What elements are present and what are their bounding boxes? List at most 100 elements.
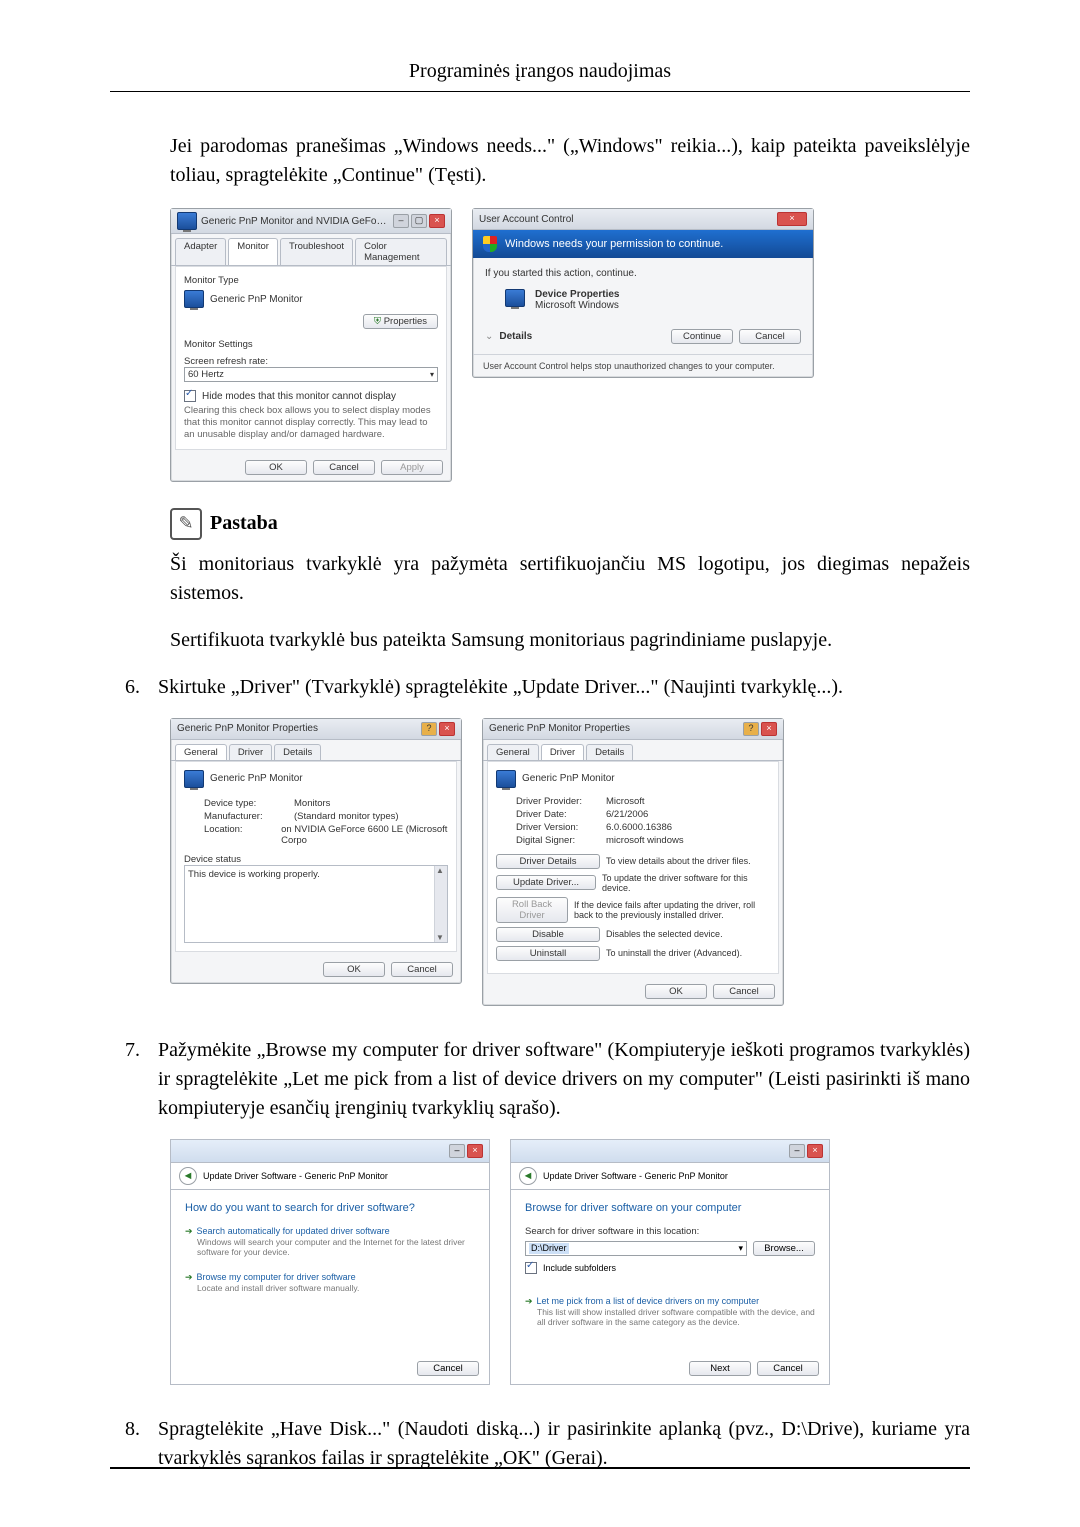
note-label: Pastaba: [210, 512, 278, 535]
ok-button[interactable]: OK: [645, 984, 707, 999]
option-let-me-pick[interactable]: ➔Let me pick from a list of device drive…: [525, 1296, 815, 1328]
monitor-icon: [184, 770, 204, 788]
window-title: Generic PnP Monitor Properties: [489, 723, 739, 734]
uninstall-button[interactable]: Uninstall: [496, 946, 600, 961]
ok-button[interactable]: OK: [323, 962, 385, 977]
monitor-icon: [496, 770, 516, 788]
program-icon: [505, 289, 525, 307]
max-icon[interactable]: ▢: [411, 214, 427, 228]
shield-icon: [483, 236, 497, 252]
uac-program: Device Properties: [535, 289, 620, 300]
include-subfolders-label: Include subfolders: [543, 1263, 616, 1273]
para-1: Jei parodomas pranešimas „Windows needs.…: [170, 132, 970, 190]
tab-details[interactable]: Details: [274, 744, 321, 760]
close-icon[interactable]: ×: [467, 1144, 483, 1158]
step-text: Pažymėkite „Browse my computer for drive…: [158, 1036, 970, 1123]
monitor-settings-label: Monitor Settings: [184, 339, 438, 350]
cancel-button[interactable]: Cancel: [757, 1361, 819, 1376]
hide-modes-label: Hide modes that this monitor cannot disp…: [202, 391, 396, 402]
breadcrumb: Update Driver Software - Generic PnP Mon…: [203, 1171, 388, 1181]
include-subfolders-checkbox[interactable]: [525, 1262, 537, 1274]
chevron-down-icon[interactable]: ⌄: [485, 331, 493, 342]
wizard-headline: How do you want to search for driver sof…: [185, 1202, 475, 1214]
min-icon[interactable]: –: [789, 1144, 805, 1158]
step-number: 7.: [110, 1036, 140, 1123]
page-header: Programinės įrangos naudojimas: [110, 60, 970, 83]
hide-modes-checkbox[interactable]: [184, 390, 196, 402]
note-icon: ✎: [170, 508, 202, 540]
monitor-type-value: Generic PnP Monitor: [210, 294, 303, 305]
cancel-button[interactable]: Cancel: [391, 962, 453, 977]
cancel-button[interactable]: Cancel: [417, 1361, 479, 1376]
para-3: Sertifikuota tvarkyklė bus pateikta Sams…: [170, 626, 970, 655]
close-icon[interactable]: ×: [439, 722, 455, 736]
cancel-button[interactable]: Cancel: [313, 460, 375, 475]
tab-details[interactable]: Details: [586, 744, 633, 760]
cancel-button[interactable]: Cancel: [739, 329, 801, 344]
monitor-icon: [184, 290, 204, 308]
wizard-headline: Browse for driver software on your compu…: [525, 1202, 815, 1214]
close-icon[interactable]: ×: [777, 212, 807, 226]
device-properties-general: Generic PnP Monitor Properties ?× Genera…: [170, 718, 462, 984]
tab-monitor[interactable]: Monitor: [228, 238, 278, 265]
help-icon[interactable]: ?: [421, 722, 437, 736]
search-location-label: Search for driver software in this locat…: [525, 1226, 815, 1237]
option-auto-search[interactable]: ➔Search automatically for updated driver…: [185, 1226, 475, 1258]
update-driver-wizard-1: –× ◄ Update Driver Software - Generic PnP…: [170, 1139, 490, 1385]
next-button[interactable]: Next: [689, 1361, 751, 1376]
uac-footer: User Account Control helps stop unauthor…: [473, 354, 813, 377]
close-icon[interactable]: ×: [429, 214, 445, 228]
min-icon[interactable]: –: [393, 214, 409, 228]
min-icon[interactable]: –: [449, 1144, 465, 1158]
step-text: Skirtuke „Driver" (Tvarkyklė) spragtelėk…: [158, 673, 970, 702]
ok-button[interactable]: OK: [245, 460, 307, 475]
option-browse-computer[interactable]: ➔Browse my computer for driver software …: [185, 1272, 475, 1294]
continue-button[interactable]: Continue: [671, 329, 733, 344]
divider-bottom: [110, 1467, 970, 1469]
device-name: Generic PnP Monitor: [522, 773, 615, 784]
update-driver-button[interactable]: Update Driver...: [496, 875, 596, 890]
update-driver-wizard-2: –× ◄Update Driver Software - Generic PnP…: [510, 1139, 830, 1385]
scrollbar[interactable]: [434, 866, 447, 942]
divider-top: [110, 91, 970, 92]
para-2: Ši monitoriaus tvarkyklė yra pažymėta se…: [170, 550, 970, 608]
uac-title: User Account Control: [479, 214, 773, 225]
step-number: 8.: [110, 1415, 140, 1473]
driver-details-button[interactable]: Driver Details: [496, 854, 600, 869]
window-title: Generic PnP Monitor and NVIDIA GeForce 6…: [201, 216, 389, 227]
uac-headline: Windows needs your permission to continu…: [505, 238, 723, 250]
tab-bar: Adapter Monitor Troubleshoot Color Manag…: [171, 234, 451, 266]
tab-troubleshoot[interactable]: Troubleshoot: [280, 238, 353, 265]
refresh-rate-select[interactable]: 60 Hertz▾: [184, 367, 438, 382]
tab-driver[interactable]: Driver: [541, 744, 584, 760]
tab-general[interactable]: General: [175, 744, 227, 760]
uac-vendor: Microsoft Windows: [535, 300, 620, 311]
path-combo[interactable]: D:\Driver▾: [525, 1241, 747, 1256]
device-name: Generic PnP Monitor: [210, 773, 303, 784]
details-toggle[interactable]: Details: [499, 331, 532, 342]
monitor-properties-window: Generic PnP Monitor and NVIDIA GeForce 6…: [170, 208, 452, 482]
browse-button[interactable]: Browse...: [753, 1241, 815, 1256]
refresh-rate-label: Screen refresh rate:: [184, 356, 438, 367]
tab-adapter[interactable]: Adapter: [175, 238, 226, 265]
tab-driver[interactable]: Driver: [229, 744, 272, 760]
back-icon[interactable]: ◄: [179, 1167, 197, 1185]
properties-button[interactable]: ⛨ Properties: [363, 314, 438, 329]
help-icon[interactable]: ?: [743, 722, 759, 736]
disable-button[interactable]: Disable: [496, 927, 600, 942]
monitor-type-label: Monitor Type: [184, 275, 438, 286]
back-icon[interactable]: ◄: [519, 1167, 537, 1185]
cancel-button[interactable]: Cancel: [713, 984, 775, 999]
close-icon[interactable]: ×: [807, 1144, 823, 1158]
tab-general[interactable]: General: [487, 744, 539, 760]
device-properties-driver: Generic PnP Monitor Properties ?× Genera…: [482, 718, 784, 1006]
tab-color[interactable]: Color Management: [355, 238, 447, 265]
hide-modes-desc: Clearing this check box allows you to se…: [184, 405, 438, 441]
window-title: Generic PnP Monitor Properties: [177, 723, 417, 734]
apply-button: Apply: [381, 460, 443, 475]
close-icon[interactable]: ×: [761, 722, 777, 736]
rollback-driver-button: Roll Back Driver: [496, 897, 568, 923]
device-status-box: This device is working properly.: [184, 865, 448, 943]
device-status-label: Device status: [184, 854, 448, 865]
step-number: 6.: [110, 673, 140, 702]
